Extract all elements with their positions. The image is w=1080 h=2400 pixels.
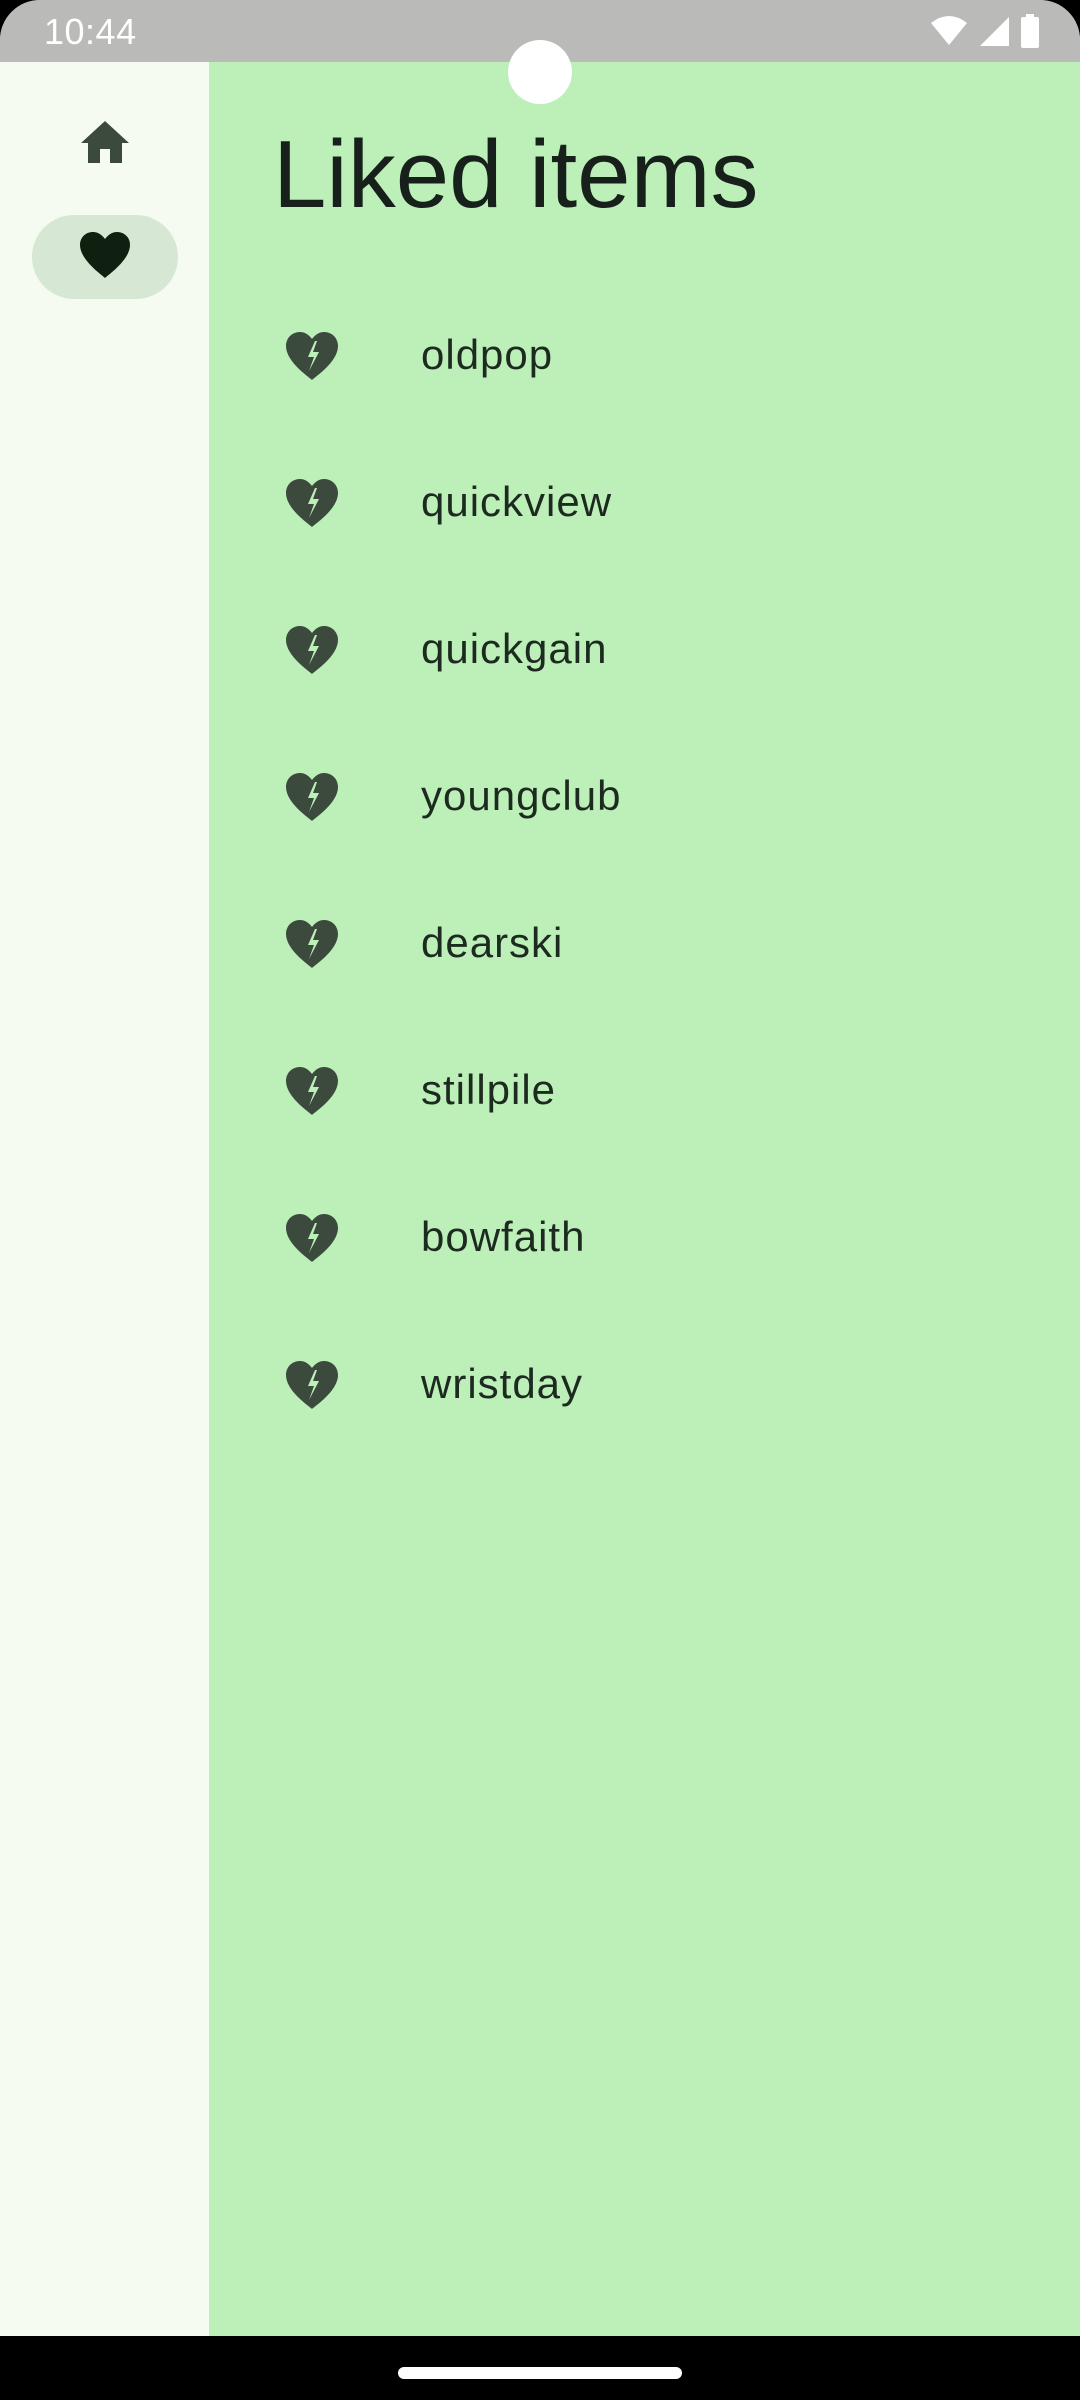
camera-cutout (508, 40, 572, 104)
list-item-label: bowfaith (421, 1213, 586, 1260)
broken-heart-icon (284, 1359, 340, 1411)
cellular-signal-icon (978, 15, 1010, 47)
list-item[interactable]: bowfaith (209, 1164, 1080, 1311)
page-title: Liked items (273, 121, 759, 228)
list-item[interactable]: dearski (209, 870, 1080, 1017)
status-icons (930, 14, 1040, 48)
list-item-label: dearski (421, 919, 564, 966)
list-item-label: oldpop (421, 331, 554, 378)
nav-rail-item-liked[interactable] (32, 215, 178, 299)
broken-heart-icon (284, 918, 340, 970)
list-item-label: quickview (421, 478, 613, 525)
list-item[interactable]: quickgain (209, 576, 1080, 723)
broken-heart-icon (284, 1065, 340, 1117)
wifi-icon (930, 15, 968, 47)
broken-heart-icon (284, 624, 340, 676)
list-item[interactable]: wristday (209, 1311, 1080, 1458)
nav-rail-item-home[interactable] (32, 102, 178, 186)
list-item[interactable]: oldpop (209, 282, 1080, 429)
broken-heart-icon (284, 477, 340, 529)
broken-heart-icon (284, 1212, 340, 1264)
list-item[interactable]: stillpile (209, 1017, 1080, 1164)
app-screen: 10:44 Liked items oldpop quickview quick… (0, 0, 1080, 2400)
status-time: 10:44 (44, 11, 137, 52)
list-item-label: youngclub (421, 772, 622, 819)
broken-heart-icon (284, 330, 340, 382)
list-item-label: stillpile (421, 1066, 557, 1113)
liked-items-page: Liked items oldpop quickview quickgain y… (209, 62, 1080, 2336)
battery-icon (1020, 14, 1040, 48)
list-item[interactable]: youngclub (209, 723, 1080, 870)
gesture-handle[interactable] (398, 2367, 682, 2379)
liked-items-list: oldpop quickview quickgain youngclub dea… (209, 282, 1080, 1458)
list-item-label: wristday (421, 1360, 584, 1407)
list-item-label: quickgain (421, 625, 608, 672)
heart-icon (78, 230, 132, 285)
list-item[interactable]: quickview (209, 429, 1080, 576)
broken-heart-icon (284, 771, 340, 823)
home-icon (79, 119, 131, 170)
navigation-rail (0, 62, 209, 2336)
